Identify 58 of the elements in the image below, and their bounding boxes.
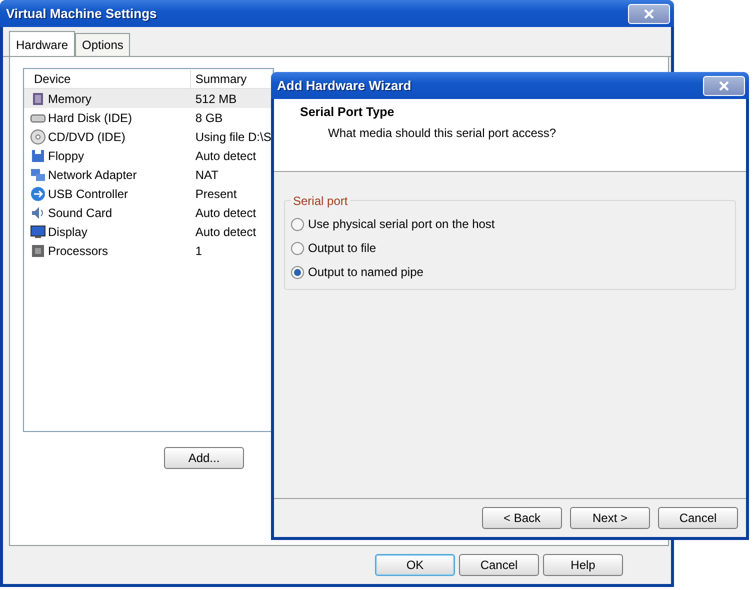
- device-name: Sound Card: [48, 204, 112, 222]
- close-icon: [719, 80, 729, 90]
- close-button[interactable]: [628, 4, 670, 24]
- wizard-button[interactable]: < Back: [482, 507, 562, 529]
- device-summary: Using file D:\S: [194, 128, 272, 146]
- memory-chip-icon: [30, 90, 46, 106]
- radio-button[interactable]: [291, 266, 304, 278]
- device-row[interactable]: Memory 512 MB: [24, 89, 273, 108]
- device-row[interactable]: USB Controller Present: [24, 184, 273, 203]
- device-name: Hard Disk (IDE): [48, 110, 132, 126]
- device-row[interactable]: Display Auto detect: [24, 222, 273, 241]
- device-summary: Auto detect: [194, 148, 258, 164]
- device-name: Processors: [48, 242, 108, 260]
- device-row[interactable]: Processors 1: [24, 241, 273, 260]
- window-title: Virtual Machine Settings: [6, 4, 157, 23]
- radio-button[interactable]: [291, 242, 304, 254]
- add-button[interactable]: Add...: [164, 447, 244, 469]
- device-row[interactable]: Sound Card Auto detect: [24, 203, 273, 222]
- device-name: Network Adapter: [48, 166, 137, 184]
- wizard-button[interactable]: Cancel: [658, 507, 738, 529]
- device-summary: 512 MB: [194, 90, 238, 108]
- device-name: Memory: [48, 90, 92, 108]
- processor-icon: [30, 242, 46, 258]
- tab[interactable]: Hardware: [9, 31, 76, 56]
- wizard-button[interactable]: Next >: [570, 507, 650, 529]
- speaker-icon: [30, 204, 46, 220]
- dialog-button[interactable]: Help: [543, 554, 623, 576]
- disc-icon: [30, 128, 46, 144]
- device-row[interactable]: Network Adapter NAT: [24, 165, 273, 184]
- dialog-button[interactable]: OK: [375, 554, 455, 576]
- device-name: USB Controller: [48, 186, 128, 202]
- device-row[interactable]: Floppy Auto detect: [24, 146, 273, 165]
- device-summary: 8 GB: [194, 110, 224, 126]
- device-summary: NAT: [194, 166, 220, 184]
- option-label: Use physical serial port on the host: [308, 216, 495, 233]
- group-label: Serial port: [291, 194, 350, 208]
- monitor-icon: [30, 224, 46, 240]
- device-name: CD/DVD (IDE): [48, 128, 126, 146]
- close-icon: [644, 8, 654, 18]
- device-name: Floppy: [48, 148, 84, 164]
- tab[interactable]: Options: [75, 33, 130, 56]
- wizard-subheading: What media should this serial port access?: [327, 124, 558, 142]
- wizard-title: Add Hardware Wizard: [277, 76, 412, 95]
- device-name: Display: [48, 224, 88, 240]
- device-row[interactable]: CD/DVD (IDE) Using file D:\S: [24, 127, 273, 146]
- device-summary: Auto detect: [194, 204, 258, 222]
- device-summary: Present: [194, 186, 238, 202]
- device-row[interactable]: Hard Disk (IDE) 8 GB: [24, 108, 273, 127]
- option-label: Output to named pipe: [308, 264, 424, 281]
- device-summary: Auto detect: [194, 224, 258, 240]
- column-header[interactable]: Device: [24, 70, 192, 88]
- wizard-heading: Serial Port Type: [300, 104, 396, 121]
- network-icon: [30, 166, 46, 182]
- dialog-button[interactable]: Cancel: [459, 554, 539, 576]
- close-button[interactable]: [703, 76, 745, 96]
- option-label: Output to file: [308, 240, 376, 257]
- radio-button[interactable]: [291, 218, 304, 230]
- device-summary: 1: [194, 242, 204, 260]
